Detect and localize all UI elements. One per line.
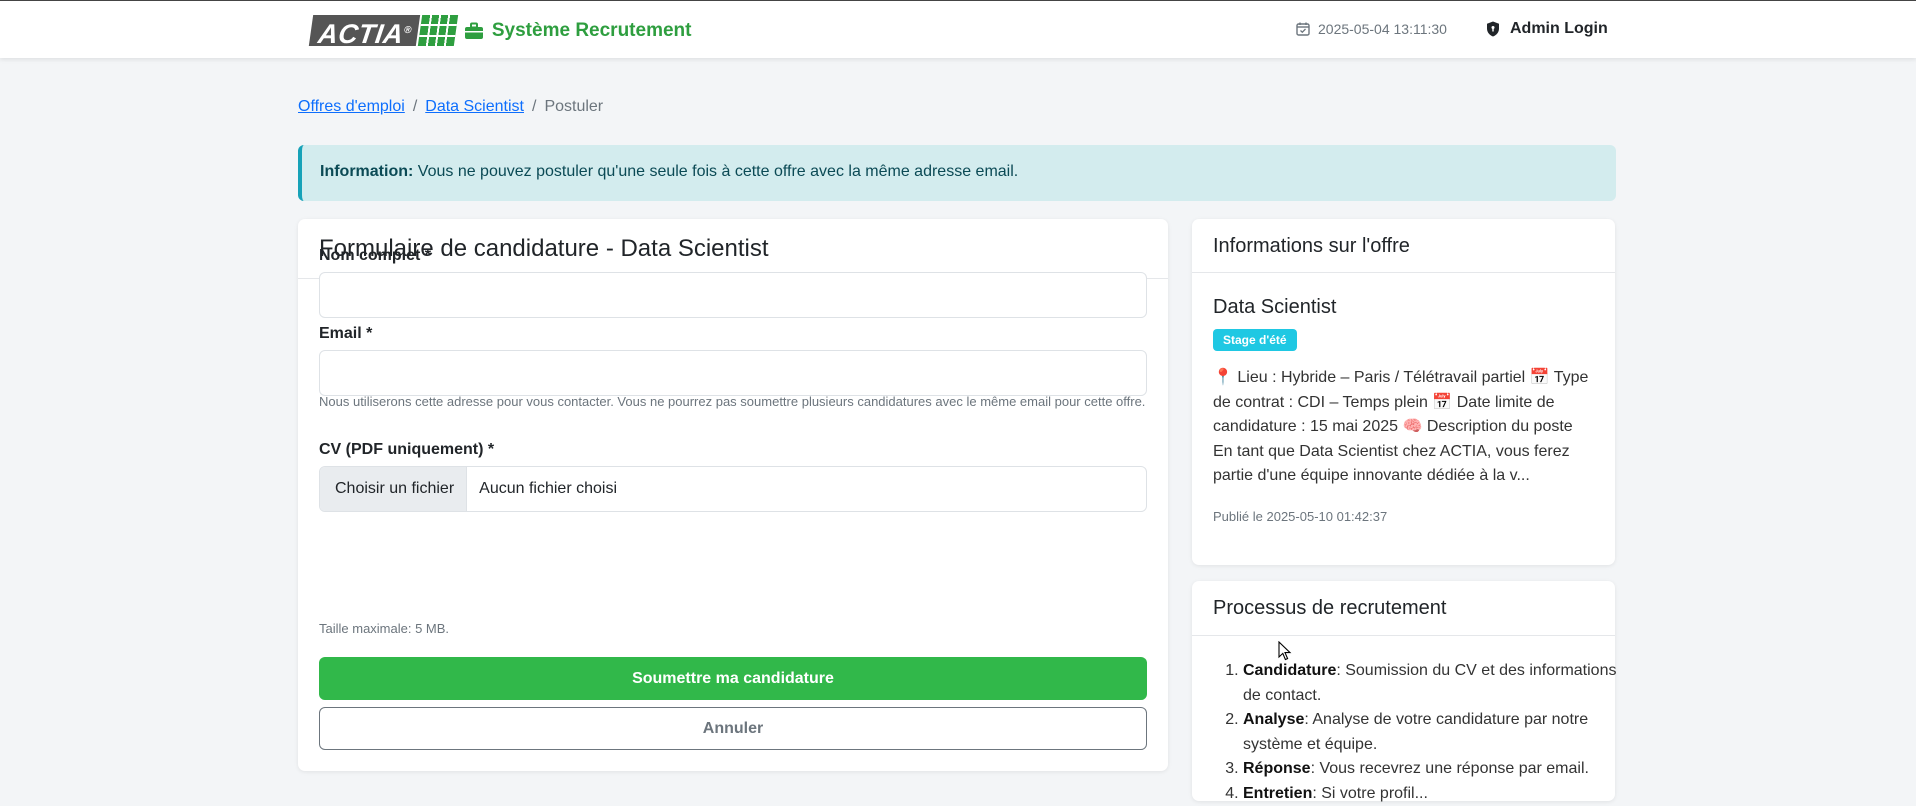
shield-icon bbox=[1486, 21, 1500, 37]
alert-message: Vous ne pouvez postuler qu'une seule foi… bbox=[418, 163, 1018, 180]
step-text: : Si votre profil... bbox=[1312, 785, 1428, 802]
breadcrumb-separator: / bbox=[413, 98, 417, 116]
step-text: : Vous recevrez une réponse par email. bbox=[1311, 760, 1589, 777]
breadcrumb-current: Postuler bbox=[544, 98, 603, 116]
breadcrumb-offres-link[interactable]: Offres d'emploi bbox=[298, 98, 405, 116]
step-name: Candidature bbox=[1243, 662, 1336, 679]
admin-login-label: Admin Login bbox=[1510, 20, 1608, 38]
list-item: Analyse: Analyse de votre candidature pa… bbox=[1243, 708, 1623, 757]
job-title: Data Scientist bbox=[1213, 296, 1336, 319]
name-label: Nom complet * bbox=[319, 247, 431, 265]
top-navbar: ACTIA® Système Recrutement 2025-05-04 13… bbox=[0, 0, 1916, 58]
published-date: Publié le 2025-05-10 01:42:37 bbox=[1213, 509, 1387, 524]
calendar-icon bbox=[1296, 22, 1310, 36]
breadcrumb-job-link[interactable]: Data Scientist bbox=[425, 98, 524, 116]
list-item: Entretien: Si votre profil... bbox=[1243, 782, 1623, 806]
offer-info-card: Informations sur l'offre Data Scientist … bbox=[1192, 219, 1615, 565]
submit-button[interactable]: Soumettre ma candidature bbox=[319, 657, 1147, 700]
offer-card-title: Informations sur l'offre bbox=[1192, 219, 1615, 273]
email-help-text: Nous utiliserons cette adresse pour vous… bbox=[319, 391, 1149, 412]
application-form-card: Formulaire de candidature - Data Scienti… bbox=[298, 219, 1168, 771]
cv-file-input[interactable]: Choisir un fichier Aucun fichier choisi bbox=[319, 466, 1147, 512]
choose-file-button[interactable]: Choisir un fichier bbox=[320, 467, 467, 511]
info-alert: Information: Vous ne pouvez postuler qu'… bbox=[298, 145, 1616, 201]
admin-login-link[interactable]: Admin Login bbox=[1486, 20, 1608, 38]
step-name: Analyse bbox=[1243, 711, 1304, 728]
step-name: Réponse bbox=[1243, 760, 1311, 777]
process-steps-list: Candidature: Soumission du CV et des inf… bbox=[1213, 659, 1623, 806]
datetime-text: 2025-05-04 13:11:30 bbox=[1318, 21, 1447, 37]
alert-title: Information: bbox=[320, 163, 413, 180]
brand-link[interactable]: ACTIA® Système Recrutement bbox=[311, 15, 691, 46]
cancel-button[interactable]: Annuler bbox=[319, 707, 1147, 750]
list-item: Candidature: Soumission du CV et des inf… bbox=[1243, 659, 1623, 708]
name-input[interactable] bbox=[319, 272, 1147, 318]
step-name: Entretien bbox=[1243, 785, 1312, 802]
cv-label: CV (PDF uniquement) * bbox=[319, 441, 494, 459]
cv-help-text: Taille maximale: 5 MB. bbox=[319, 618, 1149, 639]
breadcrumb: Offres d'emploi / Data Scientist / Postu… bbox=[298, 98, 603, 116]
process-card-title: Processus de recrutement bbox=[1192, 581, 1615, 636]
email-label: Email * bbox=[319, 325, 372, 343]
file-status-text: Aucun fichier choisi bbox=[467, 480, 617, 498]
datetime-display: 2025-05-04 13:11:30 bbox=[1296, 21, 1447, 37]
mouse-cursor-icon bbox=[1278, 641, 1292, 661]
recruitment-process-card: Processus de recrutement Candidature: So… bbox=[1192, 581, 1615, 801]
app-title: Système Recrutement bbox=[492, 20, 692, 42]
email-input[interactable] bbox=[319, 350, 1147, 396]
breadcrumb-separator: / bbox=[532, 98, 536, 116]
list-item: Réponse: Vous recevrez une réponse par e… bbox=[1243, 757, 1623, 782]
job-description: 📍 Lieu : Hybride – Paris / Télétravail p… bbox=[1213, 366, 1595, 489]
contract-badge: Stage d'été bbox=[1213, 329, 1297, 351]
briefcase-icon bbox=[464, 22, 484, 40]
actia-logo-grid bbox=[418, 15, 458, 46]
actia-logo: ACTIA® bbox=[309, 15, 420, 46]
